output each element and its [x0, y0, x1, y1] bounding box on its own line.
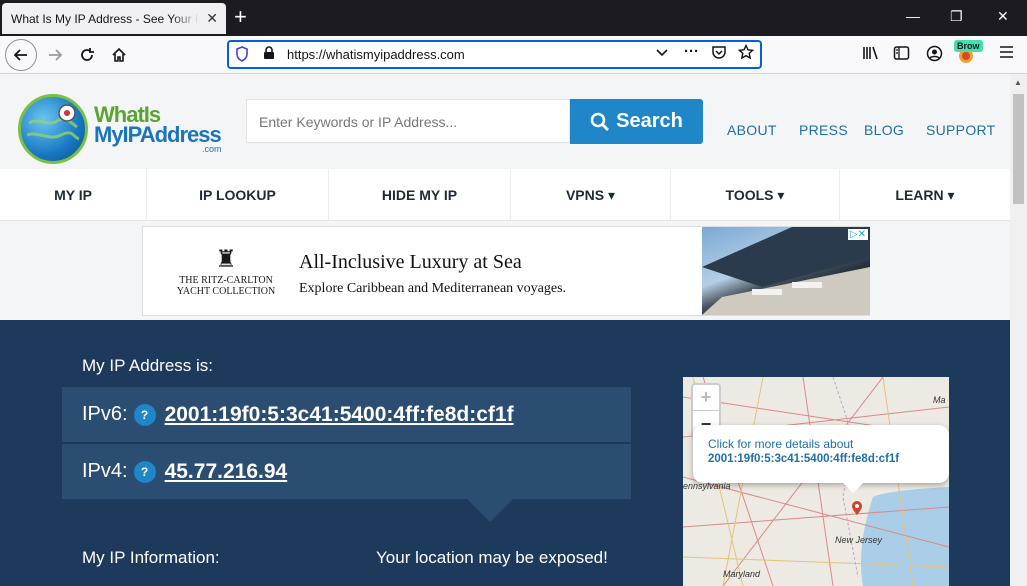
reload-icon: [81, 48, 94, 61]
ad-brand-line1: THE RITZ-CARLTON: [179, 275, 273, 286]
extension-badge: Brow: [954, 40, 983, 52]
menu-item-ip-lookup[interactable]: IP LOOKUP: [147, 169, 329, 221]
advertisement-banner[interactable]: ♜ THE RITZ-CARLTON YACHT COLLECTION All-…: [142, 226, 870, 316]
lion-crest-icon: ♜: [215, 247, 237, 273]
home-button[interactable]: [104, 41, 134, 69]
scrollbar-thumb[interactable]: [1013, 94, 1024, 204]
ip-info-heading: My IP Information:: [82, 548, 220, 567]
ipv4-help-icon[interactable]: ?: [133, 460, 156, 483]
ip-section: My IP Address is: IPv6: ? 2001:19f0:5:3c…: [0, 320, 1010, 586]
ipv4-row: IPv4: ? 45.77.216.94: [62, 444, 631, 499]
chevron-down-icon[interactable]: [655, 45, 669, 62]
ad-brand-line2: YACHT COLLECTION: [176, 286, 276, 297]
search-input[interactable]: Enter Keywords or IP Address...: [246, 99, 570, 143]
scroll-up-icon[interactable]: ▲: [1014, 78, 1022, 87]
press-link[interactable]: PRESS: [799, 122, 848, 138]
home-icon: [112, 47, 126, 62]
web-page: WhatIs MyIPAddress .com Enter Keywords o…: [0, 74, 1010, 586]
active-tab[interactable]: What Is My IP Address - See Your Public …: [2, 3, 226, 34]
back-arrow-icon: [13, 49, 27, 61]
search-icon: [590, 112, 610, 131]
library-icon[interactable]: [862, 45, 879, 65]
back-button[interactable]: [5, 39, 37, 71]
about-link[interactable]: ABOUT: [727, 122, 777, 138]
menu-item-learn[interactable]: LEARN ▾: [840, 169, 1010, 221]
ad-brand-logo: ♜ THE RITZ-CARLTON YACHT COLLECTION: [171, 245, 281, 297]
forward-arrow-icon: [49, 49, 63, 61]
search-button-label: Search: [616, 110, 683, 132]
menu-item-my-ip[interactable]: MY IP: [0, 169, 147, 221]
ip-box-pointer: [466, 498, 514, 522]
map-popup[interactable]: Click for more details about 2001:19f0:5…: [693, 425, 949, 483]
lock-icon[interactable]: [263, 46, 275, 63]
hamburger-menu-icon[interactable]: [999, 45, 1014, 63]
forward-button[interactable]: [40, 41, 70, 69]
ipv6-row: IPv6: ? 2001:19f0:5:3c41:5400:4ff:fe8d:c…: [62, 387, 631, 442]
url-bar[interactable]: https://whatismyipaddress.com ···: [227, 40, 762, 69]
ad-choices-icon[interactable]: ▷✕: [847, 229, 868, 240]
map-popup-tip: [843, 483, 863, 493]
map-location-pin-icon[interactable]: [851, 500, 863, 519]
new-tab-button[interactable]: +: [234, 5, 247, 29]
main-menu: MY IP IP LOOKUP HIDE MY IP VPNS ▾ TOOLS …: [0, 169, 1010, 221]
location-exposed-text: Your location may be exposed!: [376, 548, 608, 567]
location-map[interactable]: + − Click for more details about 2001:19…: [683, 377, 949, 586]
pocket-icon[interactable]: [711, 45, 727, 63]
map-label-new-jersey: New Jersey: [835, 535, 883, 545]
url-text[interactable]: https://whatismyipaddress.com: [287, 47, 465, 62]
tab-bar: What Is My IP Address - See Your Public …: [0, 0, 1027, 36]
map-popup-line1: Click for more details about: [708, 437, 854, 451]
map-label-pennsylvania: ennsylvania: [683, 481, 731, 491]
bookmark-star-icon[interactable]: [737, 43, 755, 63]
blog-link[interactable]: BLOG: [864, 122, 904, 138]
map-label-maryland: Maryland: [723, 569, 761, 579]
shield-icon[interactable]: [235, 46, 249, 65]
site-header: WhatIs MyIPAddress .com Enter Keywords o…: [0, 74, 1010, 168]
menu-item-vpns[interactable]: VPNS ▾: [511, 169, 671, 221]
restore-button[interactable]: ❐: [950, 8, 963, 25]
ipv6-label: IPv6:: [82, 403, 128, 425]
navigation-toolbar: https://whatismyipaddress.com ··· Brow: [0, 36, 1027, 74]
window-close-button[interactable]: ✕: [997, 8, 1009, 25]
map-label-ma: Ma: [933, 395, 946, 405]
map-zoom-in-button[interactable]: +: [693, 385, 719, 411]
support-link[interactable]: SUPPORT: [926, 122, 996, 138]
reload-button[interactable]: [72, 41, 102, 69]
menu-item-hide-my-ip[interactable]: HIDE MY IP: [329, 169, 511, 221]
tab-close-icon[interactable]: ✕: [206, 10, 218, 27]
ipv4-label: IPv4:: [82, 460, 128, 482]
account-icon[interactable]: [926, 45, 943, 66]
ad-title: All-Inclusive Luxury at Sea: [299, 251, 522, 273]
logo-text-com: .com: [202, 144, 222, 154]
page-scrollbar[interactable]: ▲: [1010, 74, 1027, 586]
ad-subtitle: Explore Caribbean and Mediterranean voya…: [299, 281, 567, 296]
my-ip-heading: My IP Address is:: [82, 356, 214, 375]
page-actions-icon[interactable]: ···: [684, 43, 699, 60]
logo-globe-icon[interactable]: [18, 94, 88, 164]
map-popup-ip-link[interactable]: 2001:19f0:5:3c41:5400:4ff:fe8d:cf1f: [708, 453, 934, 465]
ad-yacht-image: ▷✕: [702, 227, 870, 315]
ipv4-value-link[interactable]: 45.77.216.94: [165, 460, 288, 484]
tab-title: What Is My IP Address - See Your Public …: [11, 11, 199, 26]
ipv6-help-icon[interactable]: ?: [133, 403, 156, 426]
minimize-button[interactable]: —: [906, 8, 920, 24]
sidebar-icon[interactable]: [893, 45, 910, 65]
menu-item-tools[interactable]: TOOLS ▾: [671, 169, 840, 221]
logo-text-myipaddress[interactable]: MyIPAddress: [94, 124, 222, 146]
search-button[interactable]: Search: [570, 99, 703, 144]
ipv6-value-link[interactable]: 2001:19f0:5:3c41:5400:4ff:fe8d:cf1f: [165, 403, 514, 427]
